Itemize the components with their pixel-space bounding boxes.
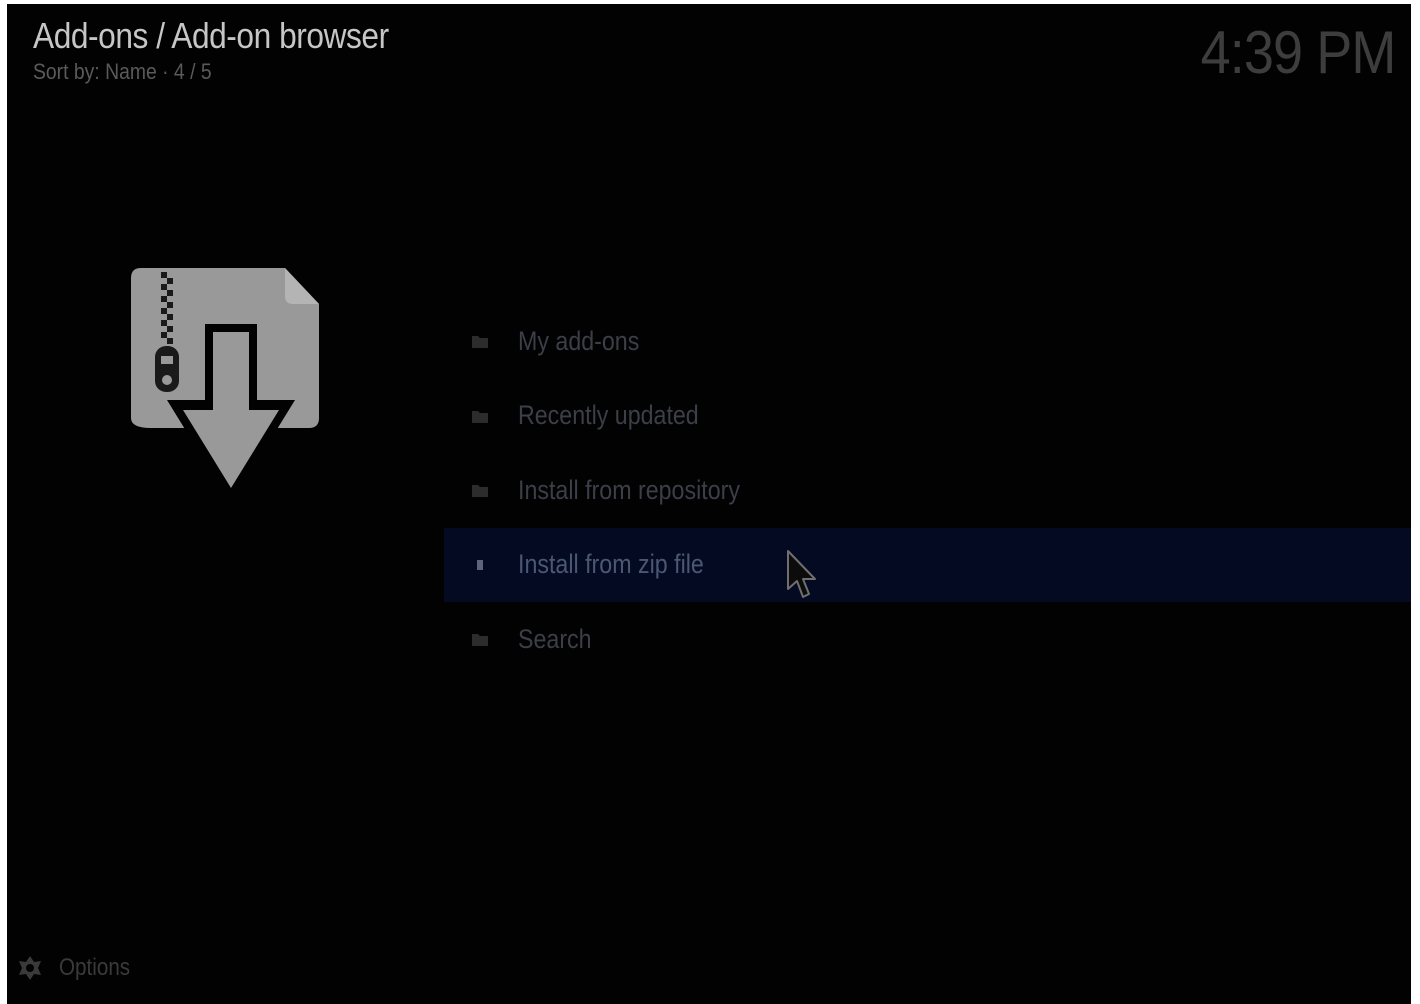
addon-browser-screen: Add-ons / Add-on browser Sort by: Name ·… (7, 4, 1411, 1004)
options-button[interactable]: Options (17, 954, 142, 982)
options-label: Options (59, 954, 131, 981)
mouse-pointer-icon (787, 550, 816, 598)
menu-item-label: Search (518, 623, 592, 654)
folder-icon (472, 634, 488, 647)
header: Add-ons / Add-on browser Sort by: Name ·… (33, 16, 437, 86)
folder-icon (472, 336, 488, 349)
folder-icon (472, 410, 488, 423)
menu-item-label: Install from zip file (518, 549, 704, 580)
file-icon (477, 559, 483, 570)
menu-item-search[interactable]: Search (444, 602, 1411, 677)
options-icon (19, 956, 41, 980)
addon-menu: My add-ons Recently updated Install from… (444, 304, 1411, 677)
breadcrumb: Add-ons / Add-on browser (33, 15, 389, 56)
menu-item-install-from-repository[interactable]: Install from repository (444, 453, 1411, 528)
sort-status: Sort by: Name · 4 / 5 (33, 59, 212, 84)
menu-item-label: Install from repository (518, 474, 740, 505)
menu-item-label: My add-ons (518, 325, 640, 356)
menu-item-my-add-ons[interactable]: My add-ons (444, 304, 1411, 379)
menu-item-label: Recently updated (518, 400, 699, 431)
menu-item-recently-updated[interactable]: Recently updated (444, 379, 1411, 454)
menu-item-install-from-zip-file[interactable]: Install from zip file (444, 527, 1411, 602)
zip-file-download-icon (127, 260, 323, 504)
clock: 4:39 PM (1200, 19, 1396, 86)
folder-icon (472, 485, 488, 498)
